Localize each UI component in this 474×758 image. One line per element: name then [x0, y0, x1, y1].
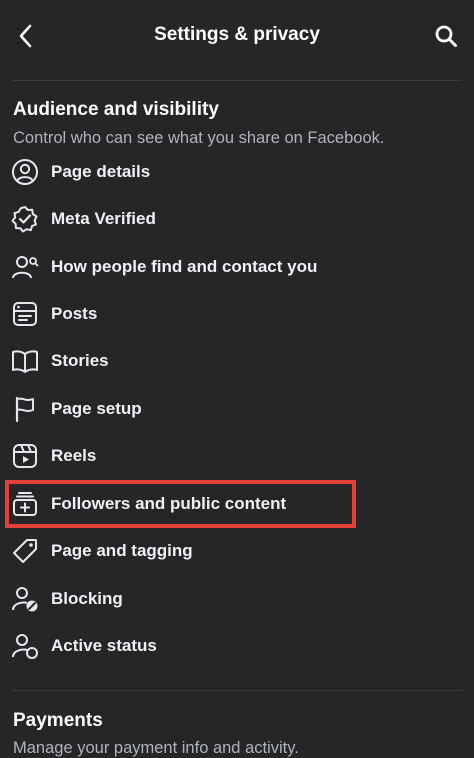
person-block-icon	[11, 585, 39, 613]
person-status-icon	[11, 632, 39, 660]
search-button[interactable]	[430, 20, 462, 52]
page-title: Settings & privacy	[154, 24, 320, 45]
menu-item-label: Page details	[51, 162, 151, 181]
header-divider	[12, 80, 462, 81]
menu-item-how-people-find[interactable]: How people find and contact you	[0, 244, 474, 290]
menu-item-stories[interactable]: Stories	[0, 338, 474, 384]
menu-item-page-details[interactable]: Page details	[0, 149, 474, 195]
person-search-icon	[11, 253, 39, 281]
menu-item-meta-verified[interactable]: Meta Verified	[0, 196, 474, 242]
menu-item-label: Posts	[51, 304, 98, 323]
menu-item-page-and-tagging[interactable]: Page and tagging	[0, 528, 474, 574]
menu-item-page-setup[interactable]: Page setup	[0, 386, 474, 432]
followers-add-icon	[11, 490, 39, 518]
menu-item-label: Page and tagging	[51, 541, 193, 560]
menu-item-label: Stories	[51, 351, 109, 370]
section-title-payments: Payments	[13, 710, 103, 731]
menu-item-label: Reels	[51, 446, 97, 465]
person-circle-icon	[11, 158, 39, 186]
book-icon	[11, 347, 39, 375]
menu-item-reels[interactable]: Reels	[0, 433, 474, 479]
section-subtitle-audience: Control who can see what you share on Fa…	[13, 129, 385, 147]
menu-item-active-status[interactable]: Active status	[0, 623, 474, 669]
menu-item-label: Meta Verified	[51, 209, 156, 228]
menu-item-posts[interactable]: Posts	[0, 291, 474, 337]
flag-icon	[11, 395, 39, 423]
section-title-audience: Audience and visibility	[13, 99, 219, 120]
menu-item-label: Followers and public content	[51, 494, 287, 513]
reels-icon	[11, 442, 39, 470]
search-icon	[434, 24, 458, 48]
posts-icon	[11, 300, 39, 328]
menu-item-followers-public-content[interactable]: Followers and public content	[0, 481, 474, 527]
verified-badge-icon	[11, 205, 39, 233]
section-divider	[12, 690, 462, 691]
menu-item-label: Page setup	[51, 399, 142, 418]
top-bar: Settings & privacy	[0, 0, 474, 72]
menu-item-label: Blocking	[51, 589, 123, 608]
tag-icon	[11, 537, 39, 565]
menu-item-blocking[interactable]: Blocking	[0, 576, 474, 622]
menu-item-label: How people find and contact you	[51, 257, 318, 276]
menu-item-label: Active status	[51, 636, 157, 655]
